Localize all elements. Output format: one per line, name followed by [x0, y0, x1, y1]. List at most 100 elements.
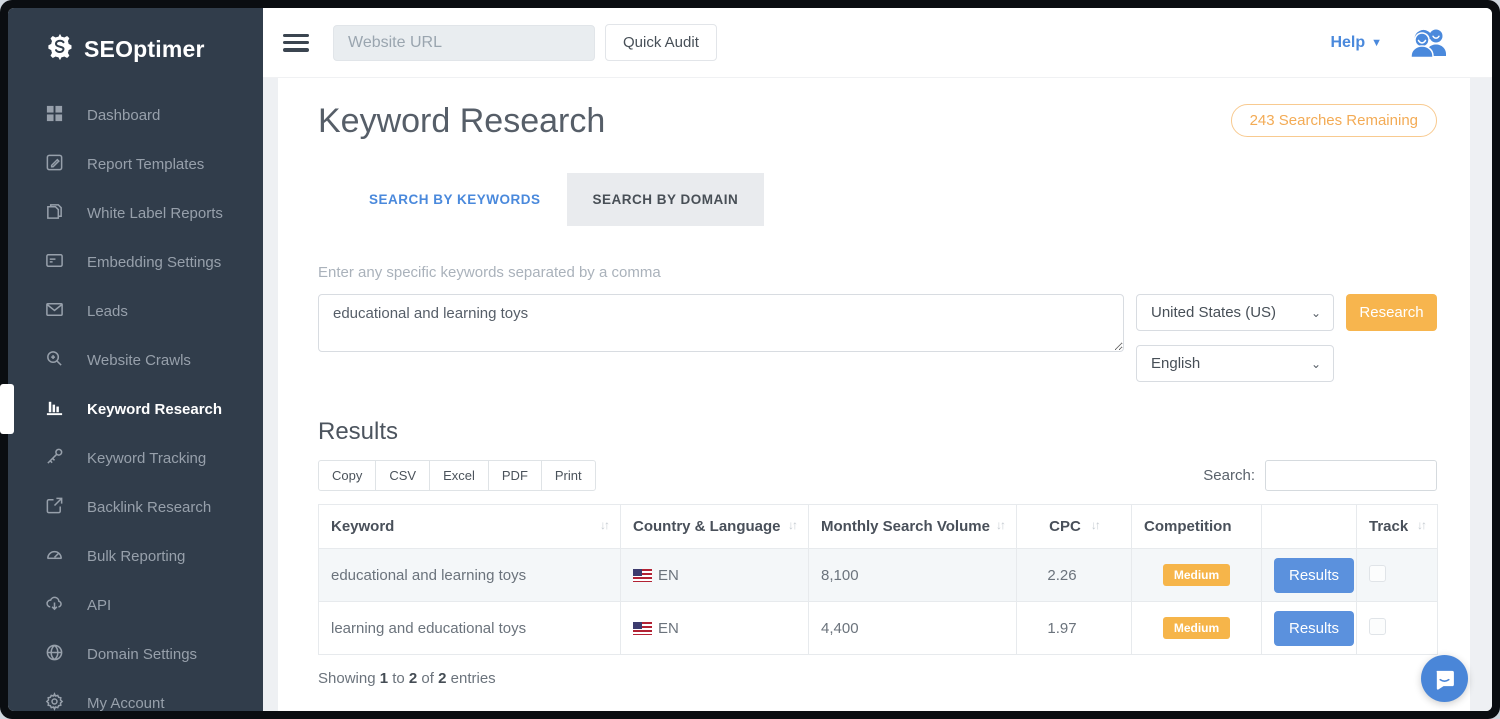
us-flag-icon: [633, 622, 652, 635]
tab-search-by-keywords[interactable]: SEARCH BY KEYWORDS: [343, 173, 567, 226]
topbar: Quick Audit Help ▼: [263, 8, 1492, 78]
sidebar-item-label: Domain Settings: [87, 646, 197, 663]
competition-cell: Medium: [1132, 549, 1262, 602]
sort-icon: ↓↑: [1417, 518, 1425, 535]
language-select-value: English: [1151, 355, 1200, 372]
sidebar-item-label: Keyword Research: [87, 401, 222, 418]
searches-remaining-badge: 243 Searches Remaining: [1231, 104, 1437, 137]
quick-audit-button[interactable]: Quick Audit: [605, 24, 717, 61]
monthly-volume-cell: 4,400: [809, 602, 1017, 655]
active-nav-indicator: [0, 384, 14, 434]
track-cell: [1357, 602, 1438, 655]
sidebar-nav: Dashboard Report Templates White Label R…: [8, 91, 263, 711]
page-title: Keyword Research: [318, 102, 605, 141]
sidebar-item-keyword-research[interactable]: Keyword Research: [8, 385, 263, 434]
table-row: learning and educational toys EN 4,400 1…: [319, 602, 1438, 655]
seoptimer-logo[interactable]: SEOptimer: [8, 8, 263, 85]
monthly-volume-cell: 8,100: [809, 549, 1017, 602]
results-button[interactable]: Results: [1274, 611, 1354, 646]
results-button[interactable]: Results: [1274, 558, 1354, 593]
gear-logo-icon: [45, 32, 75, 67]
sort-icon: ↓↑: [1091, 518, 1099, 535]
us-flag-icon: [633, 569, 652, 582]
logo-text: SEOptimer: [84, 36, 205, 63]
csv-button[interactable]: CSV: [375, 460, 430, 491]
sidebar-item-label: Leads: [87, 303, 128, 320]
competition-cell: Medium: [1132, 602, 1262, 655]
hamburger-menu-icon[interactable]: [283, 34, 309, 52]
research-button[interactable]: Research: [1346, 294, 1437, 331]
edit-icon: [45, 153, 64, 176]
col-header-track[interactable]: Track↓↑: [1357, 505, 1438, 549]
country-language-cell: EN: [621, 602, 809, 655]
col-header-competition[interactable]: Competition: [1132, 505, 1262, 549]
col-header-actions: [1262, 505, 1357, 549]
keyword-cell: educational and learning toys: [319, 549, 621, 602]
sidebar-item-label: Backlink Research: [87, 499, 211, 516]
copy-button[interactable]: Copy: [318, 460, 376, 491]
keywords-input-label: Enter any specific keywords separated by…: [318, 264, 1437, 281]
excel-button[interactable]: Excel: [429, 460, 489, 491]
chat-bubble-icon: [1433, 667, 1456, 690]
sidebar-item-website-crawls[interactable]: Website Crawls: [8, 336, 263, 385]
website-url-input[interactable]: [333, 25, 595, 61]
sidebar-item-label: Keyword Tracking: [87, 450, 206, 467]
sidebar-item-dashboard[interactable]: Dashboard: [8, 91, 263, 140]
tab-search-by-domain[interactable]: SEARCH BY DOMAIN: [567, 173, 765, 226]
sidebar-item-domain-settings[interactable]: Domain Settings: [8, 630, 263, 679]
sort-icon: ↓↑: [600, 518, 608, 535]
col-header-keyword[interactable]: Keyword↓↑: [319, 505, 621, 549]
help-dropdown[interactable]: Help ▼: [1330, 34, 1382, 52]
sidebar-item-bulk-reporting[interactable]: Bulk Reporting: [8, 532, 263, 581]
sidebar-item-label: Website Crawls: [87, 352, 191, 369]
chat-launcher-button[interactable]: [1421, 655, 1468, 702]
chevron-down-icon: ⌄: [1311, 306, 1321, 320]
sidebar-item-leads[interactable]: Leads: [8, 287, 263, 336]
col-header-country-language[interactable]: Country & Language↓↑: [621, 505, 809, 549]
table-search-input[interactable]: [1265, 460, 1437, 491]
search-mode-tabs: SEARCH BY KEYWORDS SEARCH BY DOMAIN: [343, 173, 1437, 226]
keywords-textarea[interactable]: educational and learning toys: [318, 294, 1124, 352]
results-action-cell: Results: [1262, 602, 1357, 655]
col-header-monthly-search-volume[interactable]: Monthly Search Volume↓↑: [809, 505, 1017, 549]
track-cell: [1357, 549, 1438, 602]
table-row: educational and learning toys EN 8,100 2…: [319, 549, 1438, 602]
sidebar-item-api[interactable]: API: [8, 581, 263, 630]
sidebar-item-embedding-settings[interactable]: Embedding Settings: [8, 238, 263, 287]
content-card: Keyword Research 243 Searches Remaining …: [278, 78, 1470, 711]
sidebar-item-keyword-tracking[interactable]: Keyword Tracking: [8, 434, 263, 483]
globe-icon: [45, 643, 64, 666]
sort-icon: ↓↑: [996, 518, 1004, 535]
sidebar-item-report-templates[interactable]: Report Templates: [8, 140, 263, 189]
results-heading: Results: [318, 418, 1437, 446]
track-checkbox[interactable]: [1369, 618, 1386, 635]
key-icon: [45, 447, 64, 470]
sidebar-item-my-account[interactable]: My Account: [8, 679, 263, 711]
magnifier-icon: [45, 349, 64, 372]
sidebar-item-label: My Account: [87, 695, 165, 711]
competition-badge: Medium: [1163, 564, 1230, 586]
keyword-cell: learning and educational toys: [319, 602, 621, 655]
table-search-label: Search:: [1203, 467, 1255, 484]
sidebar-item-backlink-research[interactable]: Backlink Research: [8, 483, 263, 532]
competition-badge: Medium: [1163, 617, 1230, 639]
gauge-icon: [45, 545, 64, 568]
help-label: Help: [1330, 34, 1365, 52]
pdf-button[interactable]: PDF: [488, 460, 542, 491]
sidebar-item-label: Report Templates: [87, 156, 204, 173]
cloud-download-icon: [45, 594, 64, 617]
gear-icon: [45, 692, 64, 711]
cpc-cell: 2.26: [1017, 549, 1132, 602]
country-select[interactable]: United States (US) ⌄: [1136, 294, 1334, 331]
print-button[interactable]: Print: [541, 460, 596, 491]
users-icon[interactable]: [1408, 27, 1450, 59]
results-table: Keyword↓↑ Country & Language↓↑ Monthly S…: [318, 504, 1438, 655]
pages-icon: [45, 202, 64, 225]
language-select[interactable]: English ⌄: [1136, 345, 1334, 382]
external-link-icon: [45, 496, 64, 519]
results-action-cell: Results: [1262, 549, 1357, 602]
export-button-group: Copy CSV Excel PDF Print: [318, 460, 596, 491]
col-header-cpc[interactable]: CPC↓↑: [1017, 505, 1132, 549]
track-checkbox[interactable]: [1369, 565, 1386, 582]
sidebar-item-white-label-reports[interactable]: White Label Reports: [8, 189, 263, 238]
